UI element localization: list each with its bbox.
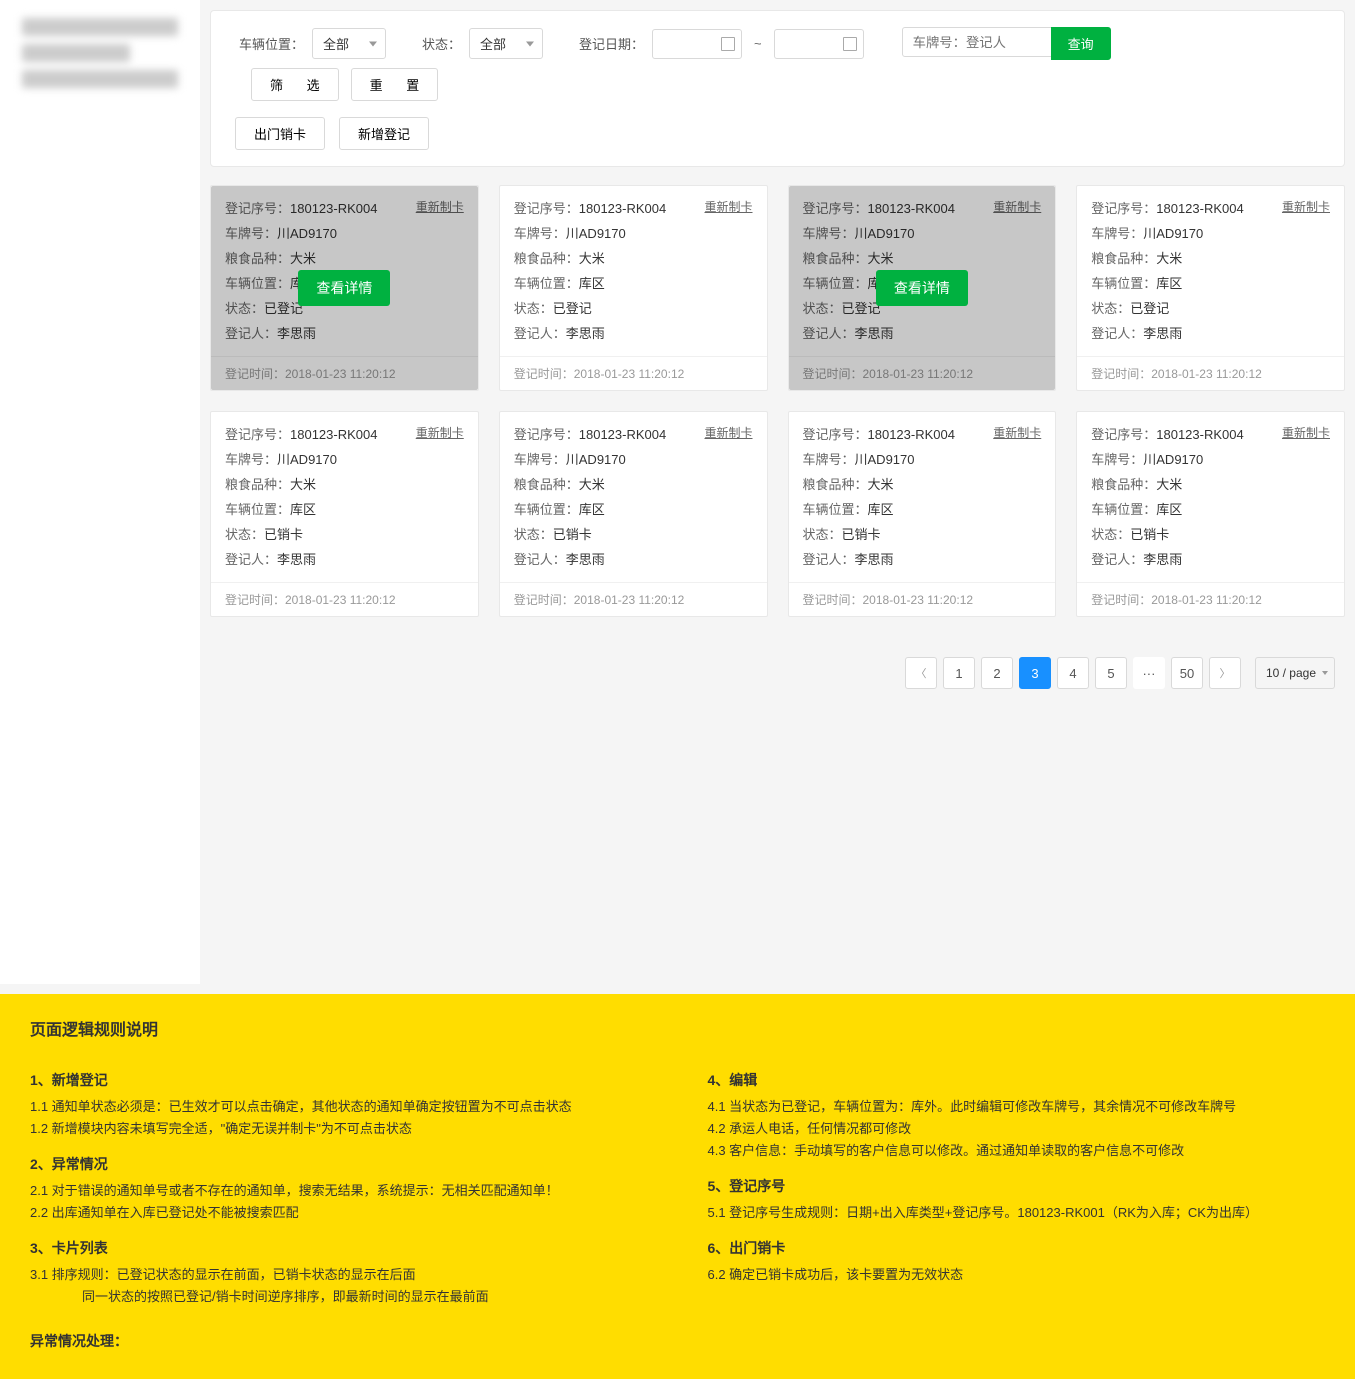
rules-text: 2.1 对于错误的通知单号或者不存在的通知单，搜索无结果，系统提示：无相关匹配通… xyxy=(30,1180,648,1202)
reg-date-label: 登记日期： xyxy=(579,34,644,53)
filter-bar: 车辆位置： 全部 状态： 全部 登记日期： ~ 查询 筛 选 重 置 出门销卡 xyxy=(210,10,1345,167)
chevron-right-icon: 〉 xyxy=(1219,665,1230,681)
page-number-button[interactable]: 3 xyxy=(1019,657,1051,689)
search-input[interactable] xyxy=(902,27,1052,57)
page-size-select[interactable]: 10 / page xyxy=(1255,657,1335,689)
page-last-button[interactable]: 50 xyxy=(1171,657,1203,689)
register-card[interactable]: 登记序号：180123-RK004 重新制卡 车牌号：川AD9170 粮食品种：… xyxy=(788,411,1057,617)
rules-h: 4、编辑 xyxy=(708,1070,1326,1090)
rules-text: 同一状态的按照已登记/销卡时间逆序排序，即最新时间的显示在最前面 xyxy=(30,1286,648,1308)
rules-h: 异常情况处理： xyxy=(30,1331,648,1351)
checkout-card-button[interactable]: 出门销卡 xyxy=(235,117,325,150)
chevron-left-icon: 〈 xyxy=(915,665,926,681)
rules-h: 2、异常情况 xyxy=(30,1154,648,1174)
page-number-button[interactable]: 4 xyxy=(1057,657,1089,689)
register-card[interactable]: 登记序号：180123-RK004 重新制卡 车牌号：川AD9170 粮食品种：… xyxy=(1076,411,1345,617)
reprint-link[interactable]: 重新制卡 xyxy=(704,198,752,215)
rules-panel: 页面逻辑规则说明 1、新增登记 1.1 通知单状态必须是：已生效才可以点击确定，… xyxy=(0,994,1355,1379)
rules-h: 5、登记序号 xyxy=(708,1176,1326,1196)
view-details-button[interactable]: 查看详情 xyxy=(298,270,390,306)
rules-text: 2.2 出库通知单在入库已登记处不能被搜索匹配 xyxy=(30,1202,648,1224)
date-from-input[interactable] xyxy=(652,29,742,59)
rules-text: 4.3 客户信息：手动填写的客户信息可以修改。通过通知单读取的客户信息不可修改 xyxy=(708,1140,1326,1162)
date-to-input[interactable] xyxy=(774,29,864,59)
rules-text: 5.1 登记序号生成规则：日期+出入库类型+登记序号。180123-RK001（… xyxy=(708,1202,1326,1224)
reprint-link[interactable]: 重新制卡 xyxy=(704,424,752,441)
query-button[interactable]: 查询 xyxy=(1051,27,1111,60)
filter-button[interactable]: 筛 选 xyxy=(251,68,339,101)
register-card[interactable]: 登记序号：180123-RK004 重新制卡 车牌号：川AD9170 粮食品种：… xyxy=(210,411,479,617)
status-select[interactable]: 全部 xyxy=(469,28,543,59)
page-prev-button[interactable]: 〈 xyxy=(905,657,937,689)
card-overlay: 查看详情 xyxy=(211,186,478,390)
rules-h: 6、出门销卡 xyxy=(708,1238,1326,1258)
rules-text: 3.1 排序规则：已登记状态的显示在前面，已销卡状态的显示在后面 xyxy=(30,1264,648,1286)
reprint-link[interactable]: 重新制卡 xyxy=(1282,198,1330,215)
register-card[interactable]: 登记序号：180123-RK004 重新制卡 车牌号：川AD9170 粮食品种：… xyxy=(499,411,768,617)
new-register-button[interactable]: 新增登记 xyxy=(339,117,429,150)
page-number-button[interactable]: 5 xyxy=(1095,657,1127,689)
register-card[interactable]: 登记序号：180123-RK004 重新制卡 车牌号：川AD9170 粮食品种：… xyxy=(788,185,1057,391)
vehicle-location-label: 车辆位置： xyxy=(239,34,304,53)
main-content: 车辆位置： 全部 状态： 全部 登记日期： ~ 查询 筛 选 重 置 出门销卡 xyxy=(200,0,1355,984)
reprint-link[interactable]: 重新制卡 xyxy=(1282,424,1330,441)
register-card[interactable]: 登记序号：180123-RK004 重新制卡 车牌号：川AD9170 粮食品种：… xyxy=(499,185,768,391)
page-number-button[interactable]: 2 xyxy=(981,657,1013,689)
card-overlay: 查看详情 xyxy=(789,186,1056,390)
sidebar xyxy=(0,0,200,984)
rules-text: 1.2 新增模块内容未填写完全适，"确定无误并制卡"为不可点击状态 xyxy=(30,1118,648,1140)
pagination: 〈 12345 ··· 50 〉 10 / page xyxy=(220,657,1335,689)
date-range-tilde: ~ xyxy=(754,36,762,51)
reprint-link[interactable]: 重新制卡 xyxy=(993,424,1041,441)
page-next-button[interactable]: 〉 xyxy=(1209,657,1241,689)
page-number-button[interactable]: 1 xyxy=(943,657,975,689)
rules-text: 1.1 通知单状态必须是：已生效才可以点击确定，其他状态的通知单确定按钮置为不可… xyxy=(30,1096,648,1118)
page-ellipsis: ··· xyxy=(1133,657,1165,689)
rules-title: 页面逻辑规则说明 xyxy=(30,1016,1325,1040)
reprint-link[interactable]: 重新制卡 xyxy=(416,424,464,441)
status-label: 状态： xyxy=(422,34,461,53)
rules-h: 3、卡片列表 xyxy=(30,1238,648,1258)
register-card[interactable]: 登记序号：180123-RK004 重新制卡 车牌号：川AD9170 粮食品种：… xyxy=(1076,185,1345,391)
vehicle-location-select[interactable]: 全部 xyxy=(312,28,386,59)
view-details-button[interactable]: 查看详情 xyxy=(876,270,968,306)
rules-text: 4.2 承运人电话，任何情况都可修改 xyxy=(708,1118,1326,1140)
rules-h: 1、新增登记 xyxy=(30,1070,648,1090)
cards-grid: 登记序号：180123-RK004 重新制卡 车牌号：川AD9170 粮食品种：… xyxy=(210,185,1345,617)
reset-button[interactable]: 重 置 xyxy=(351,68,439,101)
rules-text: 4.1 当状态为已登记，车辆位置为：库外。此时编辑可修改车牌号，其余情况不可修改… xyxy=(708,1096,1326,1118)
register-card[interactable]: 登记序号：180123-RK004 重新制卡 车牌号：川AD9170 粮食品种：… xyxy=(210,185,479,391)
rules-text: 6.2 确定已销卡成功后，该卡要置为无效状态 xyxy=(708,1264,1326,1286)
